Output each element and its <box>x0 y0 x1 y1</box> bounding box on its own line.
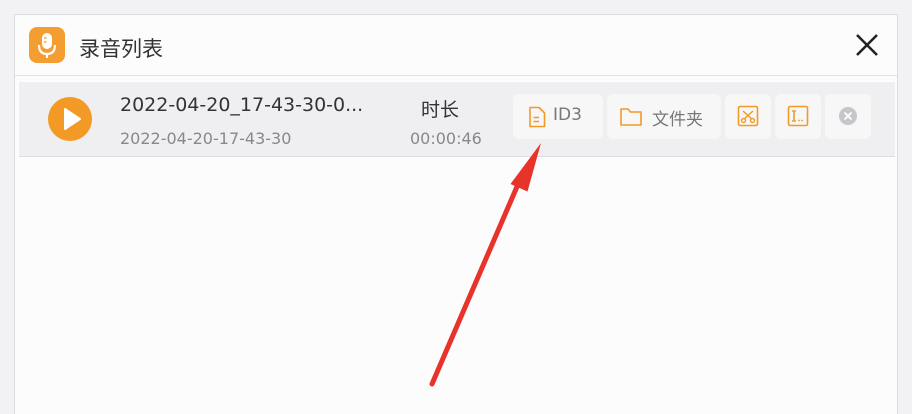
annotation-arrow <box>429 143 541 387</box>
